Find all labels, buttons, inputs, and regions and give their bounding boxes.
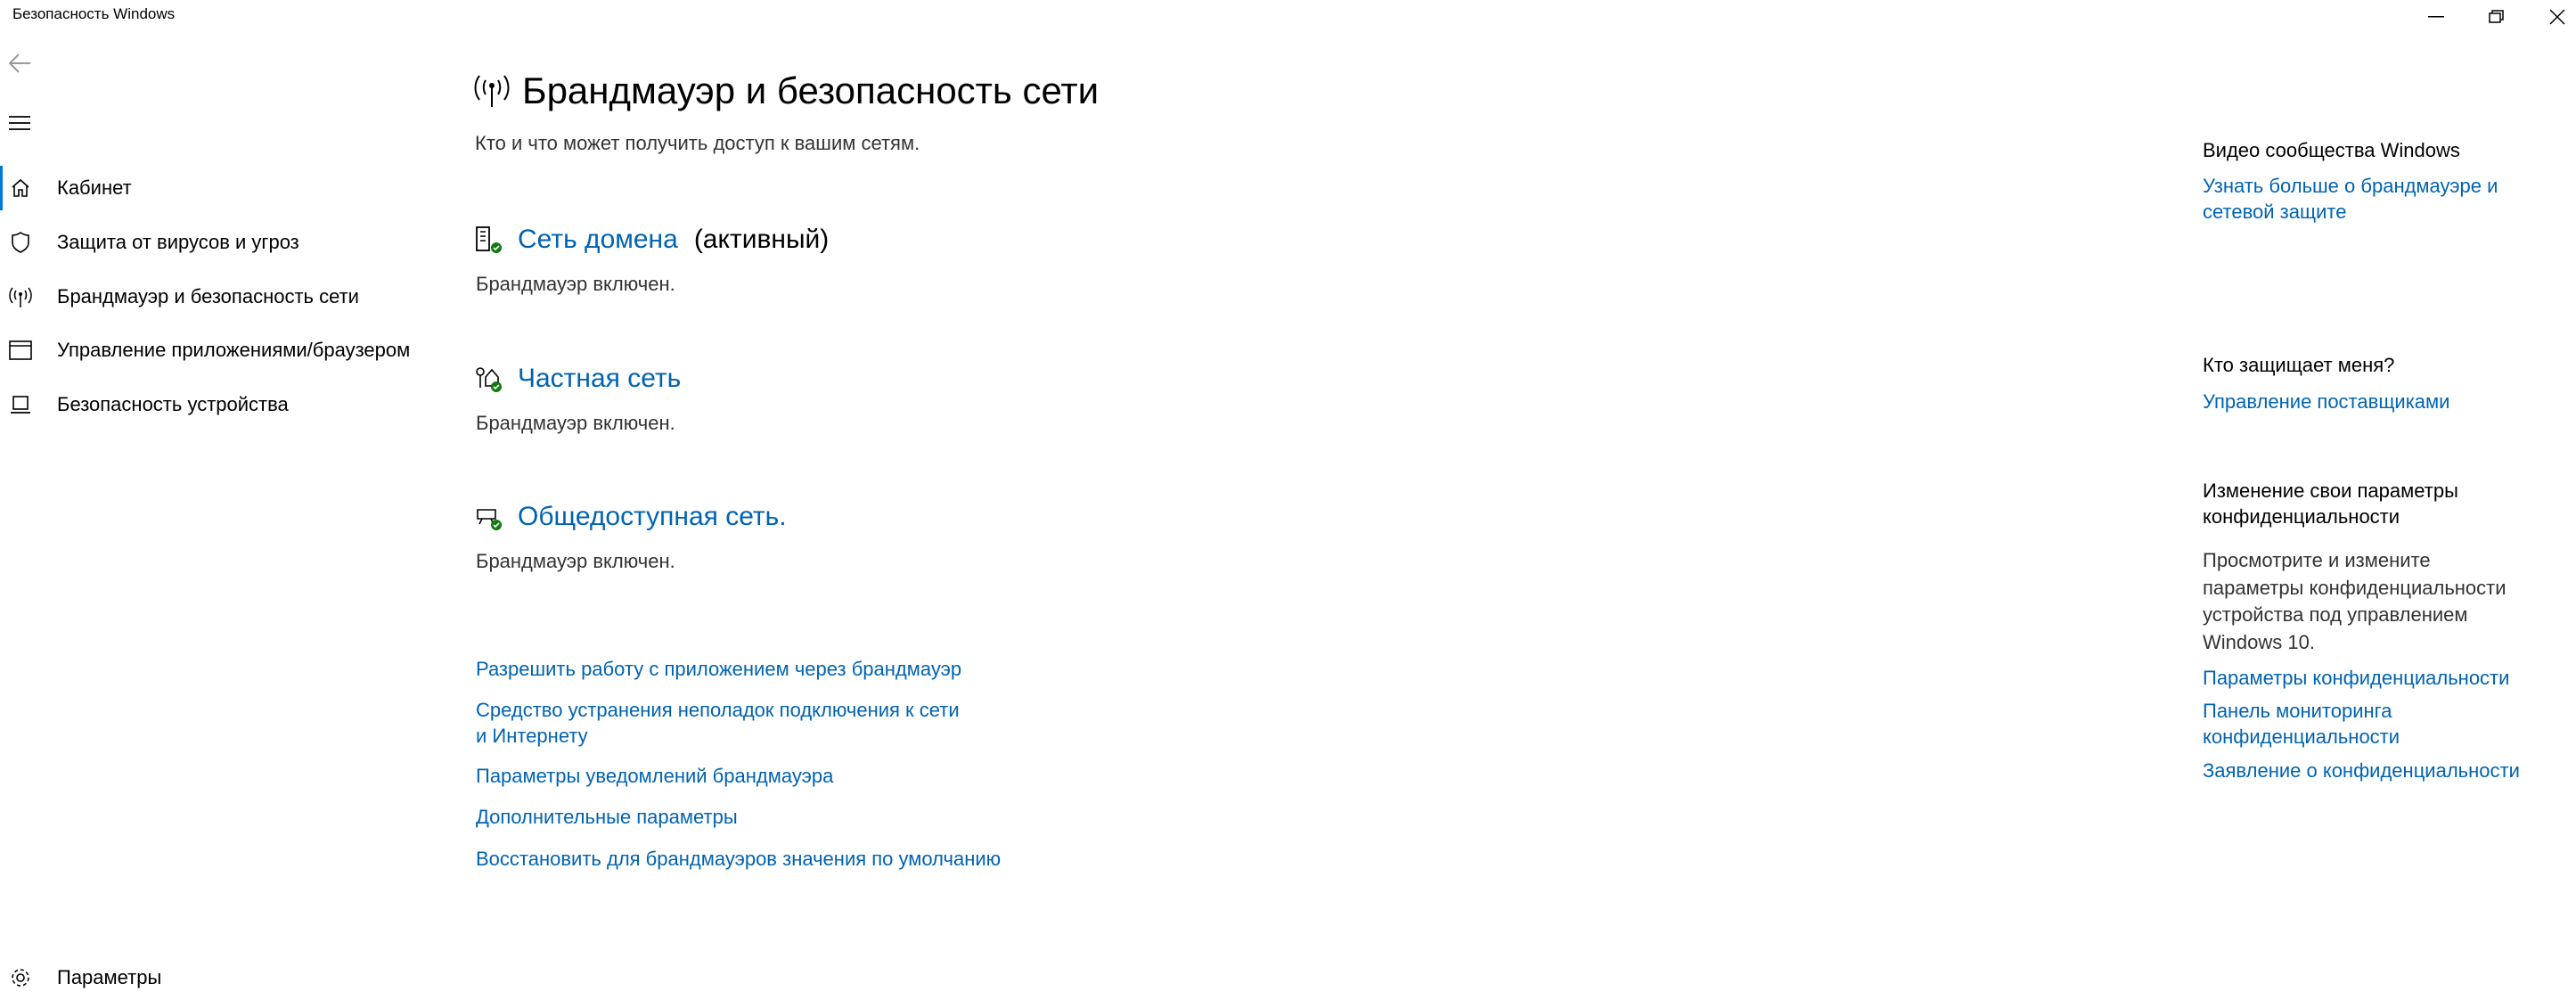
private-network-icon [476, 367, 502, 392]
settings-label: Параметры [57, 966, 162, 988]
network-public: Общедоступная сеть. [475, 502, 787, 532]
domain-network-status: Брандмауэр включен. [476, 273, 675, 295]
back-button[interactable] [7, 52, 32, 79]
back-arrow-icon [8, 53, 30, 73]
sidebar-item-label: Защита от вирусов и угроз [57, 231, 299, 253]
sidebar-item-home[interactable]: Кабинет [0, 166, 463, 210]
sidebar-item-label: Кабинет [57, 176, 132, 199]
manage-providers-link[interactable]: Управление поставщиками [2203, 389, 2541, 414]
sidebar-item-firewall[interactable]: Брандмауэр и безопасность сети [0, 275, 463, 319]
video-heading: Видео сообщества Windows [2203, 139, 2460, 161]
close-button[interactable] [2527, 0, 2576, 34]
restore-button[interactable] [2466, 0, 2527, 34]
minimize-icon [2428, 16, 2444, 18]
network-private: Частная сеть [475, 364, 681, 394]
privacy-heading: Изменение свои параметры конфиденциально… [2203, 480, 2458, 528]
advanced-settings-link[interactable]: Дополнительные параметры [476, 804, 1046, 830]
privacy-dashboard-link[interactable]: Панель мониторинга конфиденциальности [2203, 698, 2470, 750]
who-protects-heading: Кто защищает меня? [2203, 354, 2395, 376]
privacy-settings-link[interactable]: Параметры конфиденциальности [2203, 665, 2541, 691]
page-title: Брандмауэр и безопасность сети [474, 70, 1099, 112]
hamburger-icon [9, 116, 30, 130]
laptop-icon [9, 393, 32, 416]
restore-icon [2489, 10, 2504, 23]
close-icon [2549, 9, 2565, 25]
sidebar-item-label: Брандмауэр и безопасность сети [57, 285, 359, 307]
sidebar-item-label: Безопасность устройства [57, 393, 289, 415]
public-network-link[interactable]: Общедоступная сеть. [518, 502, 787, 532]
shield-icon [9, 231, 32, 254]
wifi-antenna-icon [474, 75, 510, 107]
active-badge: (активный) [693, 225, 830, 254]
private-network-link[interactable]: Частная сеть [518, 364, 681, 394]
private-network-status: Брандмауэр включен. [476, 412, 675, 434]
restore-defaults-link[interactable]: Восстановить для брандмауэров значения п… [476, 846, 1046, 872]
home-icon [9, 176, 32, 200]
allow-app-link[interactable]: Разрешить работу с приложением через бра… [476, 656, 1046, 682]
domain-network-icon [476, 226, 502, 253]
public-network-status: Брандмауэр включен. [476, 550, 675, 572]
window-title: Безопасность Windows [12, 5, 176, 22]
app-window-icon [9, 339, 32, 362]
troubleshooter-link[interactable]: Средство устранения неполадок подключени… [476, 697, 975, 749]
sidebar-item-label: Управление приложениями/браузером [57, 339, 411, 361]
sidebar-item-device-security[interactable]: Безопасность устройства [0, 382, 463, 427]
network-domain: Сеть домена (активный) [475, 225, 829, 255]
public-network-icon [477, 509, 502, 530]
gear-icon [9, 966, 32, 989]
minimize-button[interactable] [2406, 0, 2466, 34]
page-subtitle: Кто и что может получить доступ к вашим … [475, 132, 920, 154]
page-title-text: Брандмауэр и безопасность сети [522, 70, 1100, 111]
sidebar-item-app-browser[interactable]: Управление приложениями/браузером [0, 328, 463, 373]
menu-button[interactable] [9, 114, 30, 136]
domain-network-link[interactable]: Сеть домена [518, 225, 678, 255]
learn-more-link[interactable]: Узнать больше о брандмауэре и сетевой за… [2203, 173, 2506, 225]
privacy-statement-link[interactable]: Заявление о конфиденциальности [2203, 758, 2541, 783]
privacy-description: Просмотрите и измените параметры конфиде… [2203, 549, 2506, 653]
notification-settings-link[interactable]: Параметры уведомлений брандмауэра [476, 763, 1046, 789]
wifi-antenna-icon [9, 285, 32, 308]
sidebar-item-virus-protection[interactable]: Защита от вирусов и угроз [0, 220, 463, 265]
